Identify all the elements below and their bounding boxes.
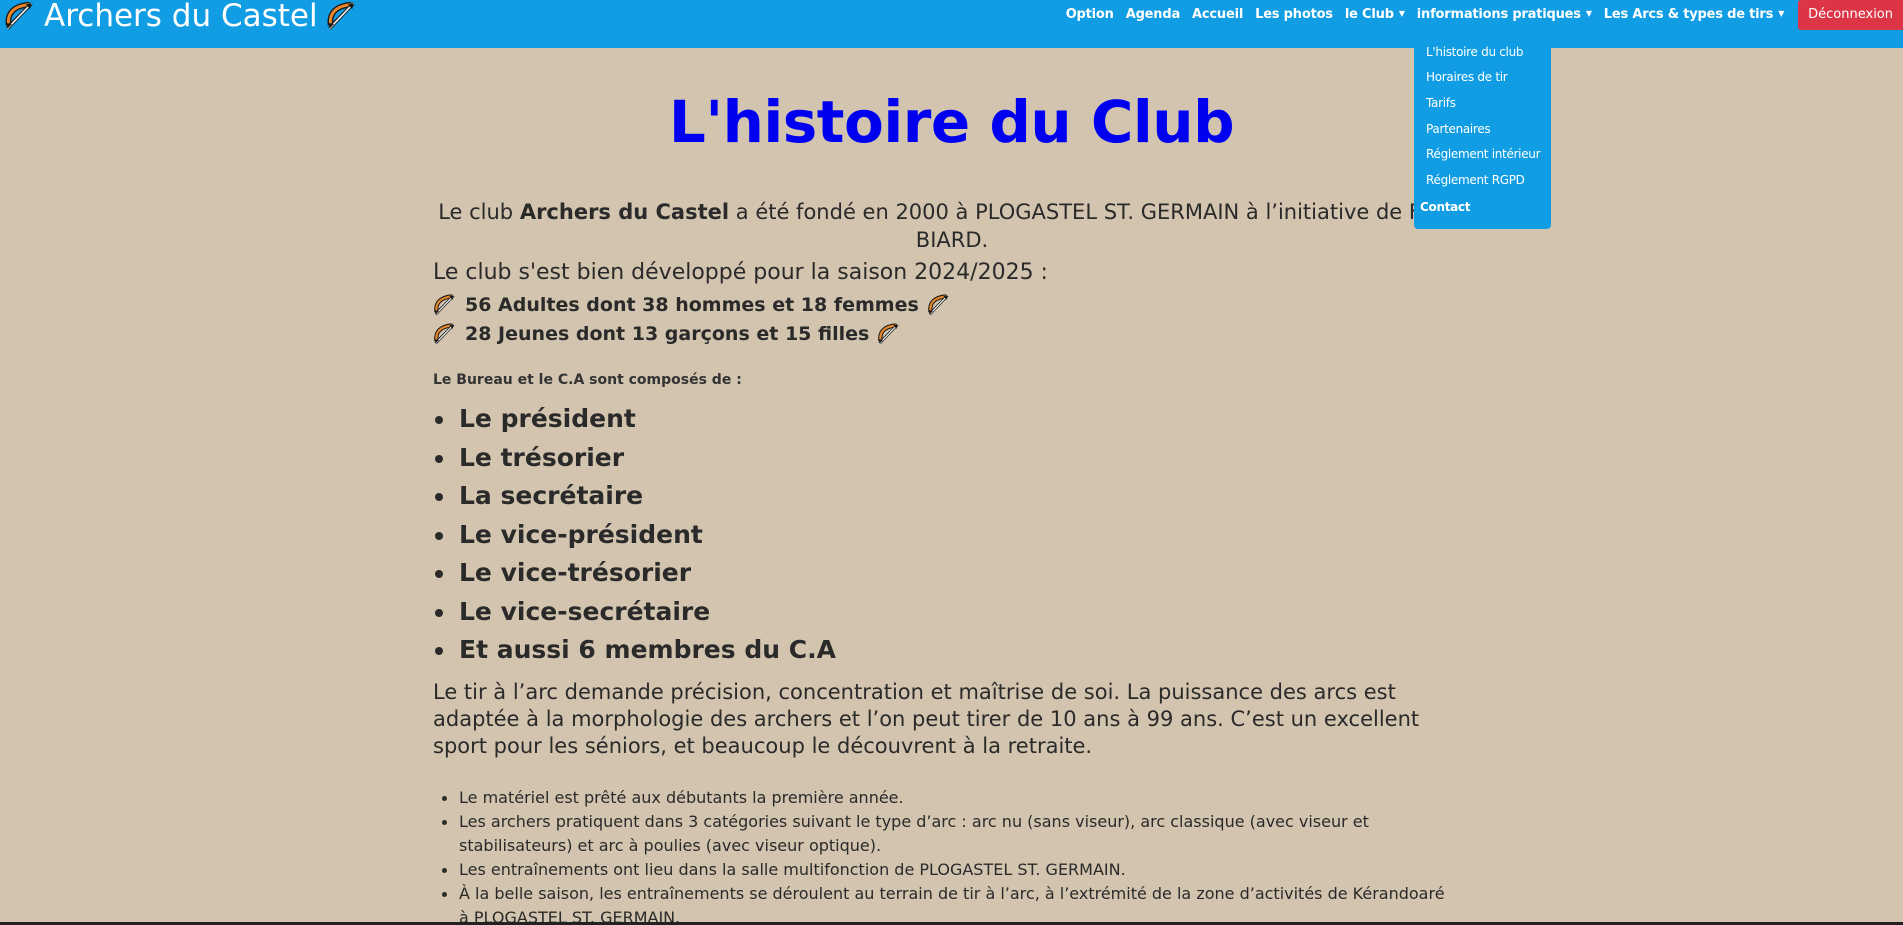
- navbar: Archers du Castel Option Agenda Accueil …: [0, 0, 1903, 48]
- list-item: Et aussi 6 membres du C.A: [433, 631, 836, 670]
- le-club-dropdown: L'histoire du club Horaires de tir Tarif…: [1414, 40, 1551, 229]
- dropdown-item-histoire[interactable]: L'histoire du club: [1426, 45, 1524, 59]
- list-item: Les archers pratiquent dans 3 catégories…: [433, 810, 1453, 858]
- bow-and-arrow-icon: [927, 293, 951, 317]
- bow-and-arrow-icon: [326, 0, 358, 32]
- caret-down-icon: ▼: [1398, 9, 1405, 18]
- brand[interactable]: Archers du Castel: [4, 0, 358, 36]
- adults-stat: 56 Adultes dont 38 hommes et 18 femmes: [433, 293, 951, 317]
- season-text: Le club s'est bien développé pour la sai…: [433, 260, 1048, 285]
- nav-item-les-photos[interactable]: Les photos: [1249, 0, 1339, 30]
- intro-text: Le club Archers du Castel a été fondé en…: [438, 200, 1466, 252]
- nav-item-agenda[interactable]: Agenda: [1120, 0, 1186, 30]
- dropdown-item-horaires[interactable]: Horaires de tir: [1426, 70, 1508, 84]
- page-title: L'histoire du Club: [668, 88, 1235, 156]
- dropdown-item-reglement-rgpd[interactable]: Réglement RGPD: [1426, 173, 1525, 187]
- nav-menu: Option Agenda Accueil Les photos le Club…: [1060, 0, 1903, 30]
- bow-and-arrow-icon: [877, 322, 901, 346]
- bow-and-arrow-icon: [433, 322, 457, 346]
- list-item: À la belle saison, les entraînements se …: [433, 882, 1453, 925]
- nav-item-option[interactable]: Option: [1060, 0, 1120, 30]
- logout-button[interactable]: Déconnexion: [1798, 0, 1903, 30]
- list-item: Le trésorier: [433, 439, 836, 478]
- caret-down-icon: ▼: [1778, 9, 1785, 18]
- list-item: La secrétaire: [433, 477, 836, 516]
- nav-item-accueil[interactable]: Accueil: [1186, 0, 1249, 30]
- list-item: Le vice-secrétaire: [433, 593, 836, 632]
- facts-list: Le matériel est prêté aux débutants la p…: [433, 786, 1453, 925]
- list-item: Le matériel est prêté aux débutants la p…: [433, 786, 1453, 810]
- brand-title: Archers du Castel: [44, 0, 318, 34]
- list-item: Le vice-trésorier: [433, 554, 836, 593]
- dropdown-item-partenaires[interactable]: Partenaires: [1426, 122, 1491, 136]
- bureau-label: Le Bureau et le C.A sont composés de :: [433, 372, 742, 388]
- list-item: Le président: [433, 400, 836, 439]
- club-name: Archers du Castel: [519, 200, 730, 224]
- caret-down-icon: ▼: [1585, 9, 1592, 18]
- nav-item-informations-pratiques[interactable]: informations pratiques ▼: [1411, 0, 1598, 30]
- list-item: Les entraînements ont lieu dans la salle…: [433, 858, 1453, 882]
- dropdown-item-reglement-interieur[interactable]: Réglement intérieur: [1426, 147, 1541, 161]
- youth-stat: 28 Jeunes dont 13 garçons et 15 filles: [433, 322, 901, 346]
- dropdown-item-tarifs[interactable]: Tarifs: [1426, 96, 1456, 110]
- bow-and-arrow-icon: [433, 293, 457, 317]
- roles-list: Le président Le trésorier La secrétaire …: [433, 400, 836, 670]
- bow-and-arrow-icon: [4, 0, 36, 32]
- list-item: Le vice-président: [433, 516, 836, 555]
- dropdown-item-contact[interactable]: Contact: [1420, 200, 1470, 214]
- nav-item-le-club[interactable]: le Club ▼: [1339, 0, 1411, 30]
- description-paragraph: Le tir à l’arc demande précision, concen…: [433, 680, 1420, 758]
- nav-item-arcs-types-tirs[interactable]: Les Arcs & types de tirs ▼: [1598, 0, 1790, 30]
